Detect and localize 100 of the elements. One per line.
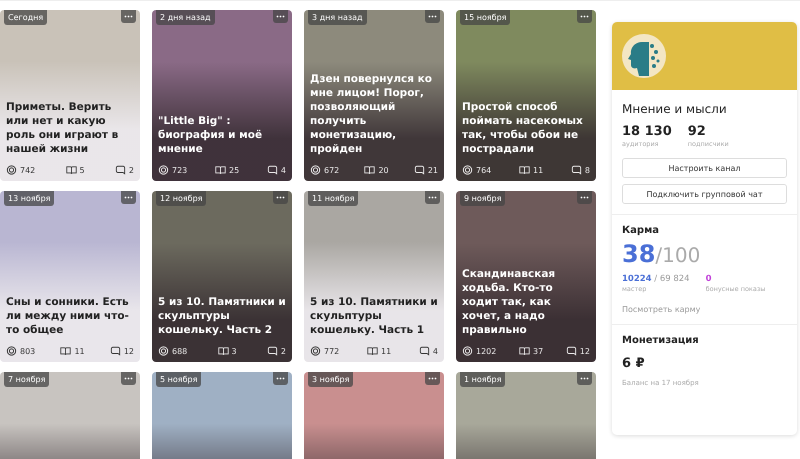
article-card[interactable]: 9 ноября Скандинавская ходьба. Кто-то ходит так, как хочет, а надо правильно 1202 37 12 <box>456 191 596 362</box>
more-button[interactable] <box>577 372 592 385</box>
article-card[interactable]: 11 ноября 5 из 10. Памятники и скульптуры кошельку. Часть 1 772 11 4 <box>304 191 444 362</box>
date-badge: 13 ноября <box>4 191 54 206</box>
article-card[interactable]: 7 ноября <box>0 372 140 459</box>
comments-count: 2 <box>280 346 286 356</box>
date-badge: 12 ноября <box>156 191 206 206</box>
book-icon <box>367 346 378 356</box>
more-icon <box>428 377 437 380</box>
more-icon <box>580 196 589 199</box>
more-icon <box>276 15 285 18</box>
book-icon <box>66 165 77 175</box>
article-card[interactable]: 3 дня назад Дзен повернулся ко мне лицом! Порог, позволяющий получить монетизацию, пройден 672 20 21 <box>304 10 444 181</box>
karma-max: /100 <box>655 243 700 267</box>
comments-count: 4 <box>280 166 286 174</box>
comments-count: 12 <box>124 346 134 356</box>
more-icon <box>124 15 133 18</box>
book-icon <box>60 346 72 356</box>
views-icon <box>462 165 473 175</box>
channel-name: Мнение и мысли <box>622 102 728 116</box>
views-icon <box>6 165 17 175</box>
more-button[interactable] <box>577 191 592 204</box>
reads-count: 25 <box>229 166 240 174</box>
date-badge: Сегодня <box>4 10 48 25</box>
balance-amount: 6 ₽ <box>622 356 646 371</box>
stat-value: 92 <box>688 124 707 139</box>
reads-count: 11 <box>533 166 544 174</box>
article-title: Дзен повернулся ко мне лицом! Порог, позволяющий получить монетизацию, пройден <box>310 72 433 156</box>
comment-icon <box>418 346 430 356</box>
more-button[interactable] <box>577 10 592 23</box>
date-badge: 3 ноября <box>308 372 354 387</box>
date-badge: 9 ноября <box>460 191 506 206</box>
reads-count: 11 <box>74 346 85 356</box>
article-title: 5 из 10. Памятники и скульптуры кошельку. Часть 2 <box>158 295 286 337</box>
views-count: 672 <box>324 166 340 174</box>
views-icon <box>310 346 321 356</box>
article-title: Приметы. Верить или нет и какую роль они играют в нашей жизни <box>6 100 120 156</box>
more-icon <box>428 196 437 199</box>
article-card[interactable]: 3 ноября <box>304 372 444 459</box>
comment-icon <box>566 346 577 356</box>
more-button[interactable] <box>273 372 288 385</box>
channel-button[interactable]: Настроить канал <box>622 158 787 178</box>
more-icon <box>124 377 133 380</box>
date-badge: 1 ноября <box>460 372 506 387</box>
reads-count: 3 <box>232 346 237 356</box>
comment-icon <box>114 165 126 175</box>
comments-count: 2 <box>128 166 134 174</box>
more-button[interactable] <box>121 191 136 204</box>
article-title: Сны и сонники. Есть ли между ними что-то общее <box>6 295 130 337</box>
article-card[interactable]: Сегодня Приметы. Верить или нет и какую роль они играют в нашей жизни 742 5 2 <box>0 10 140 181</box>
article-card[interactable]: 2 дня назад "Little Big" : биография и моё мнение 723 25 4 <box>152 10 292 181</box>
date-badge: 15 ноября <box>460 10 510 25</box>
more-button[interactable] <box>425 10 440 23</box>
book-icon <box>215 165 226 175</box>
more-button[interactable] <box>121 10 136 23</box>
article-card[interactable]: 5 ноября <box>152 372 292 459</box>
article-title: Скандинавская ходьба. Кто-то ходит так, как хочет, а надо правильно <box>462 267 556 337</box>
karma-points: 10224 <box>622 274 652 284</box>
date-badge: 7 ноября <box>4 372 50 387</box>
karma-title: Карма <box>622 225 660 236</box>
comments-count: 12 <box>580 346 590 356</box>
date-badge: 2 дня назад <box>156 10 215 25</box>
stat-value: 18 130 <box>622 124 672 139</box>
comment-icon <box>570 165 582 175</box>
more-icon <box>580 377 589 380</box>
bonus-count: 0 <box>706 274 712 284</box>
monetization-title: Монетизация <box>622 335 700 346</box>
views-count: 772 <box>324 346 340 356</box>
book-icon <box>519 165 530 175</box>
more-icon <box>276 377 285 380</box>
more-button[interactable] <box>425 191 440 204</box>
article-title: "Little Big" : биография и моё мнение <box>158 114 264 156</box>
reads-count: 5 <box>80 166 85 174</box>
reads-count: 11 <box>381 346 392 356</box>
book-icon <box>364 165 376 175</box>
views-icon <box>462 346 473 356</box>
karma-total: / 69 824 <box>653 274 690 284</box>
more-icon <box>428 15 437 18</box>
date-badge: 11 ноября <box>308 191 358 206</box>
views-count: 764 <box>476 166 492 174</box>
comments-count: 21 <box>428 166 438 174</box>
article-title: Простой способ поймать насекомых так, чтобы обои не пострадали <box>462 100 584 156</box>
views-count: 742 <box>20 166 36 174</box>
book-icon <box>218 346 229 356</box>
article-card[interactable]: 13 ноября Сны и сонники. Есть ли между ними что-то общее 803 11 12 <box>0 191 140 362</box>
more-button[interactable] <box>425 372 440 385</box>
views-icon <box>310 165 321 175</box>
article-card[interactable]: 1 ноября <box>456 372 596 459</box>
more-button[interactable] <box>273 191 288 204</box>
more-icon <box>124 196 133 199</box>
more-button[interactable] <box>121 372 136 385</box>
comment-icon <box>266 346 278 356</box>
avatar-icon <box>622 34 666 78</box>
karma-score: 38 <box>622 240 656 268</box>
article-card[interactable]: 15 ноября Простой способ поймать насекомых так, чтобы обои не пострадали 764 11 8 <box>456 10 596 181</box>
comments-count: 8 <box>584 166 590 174</box>
reads-count: 37 <box>532 346 544 356</box>
channel-button[interactable]: Подключить групповой чат <box>622 184 787 204</box>
article-card[interactable]: 12 ноября 5 из 10. Памятники и скульптуры кошельку. Часть 2 688 3 2 <box>152 191 292 362</box>
more-button[interactable] <box>273 10 288 23</box>
